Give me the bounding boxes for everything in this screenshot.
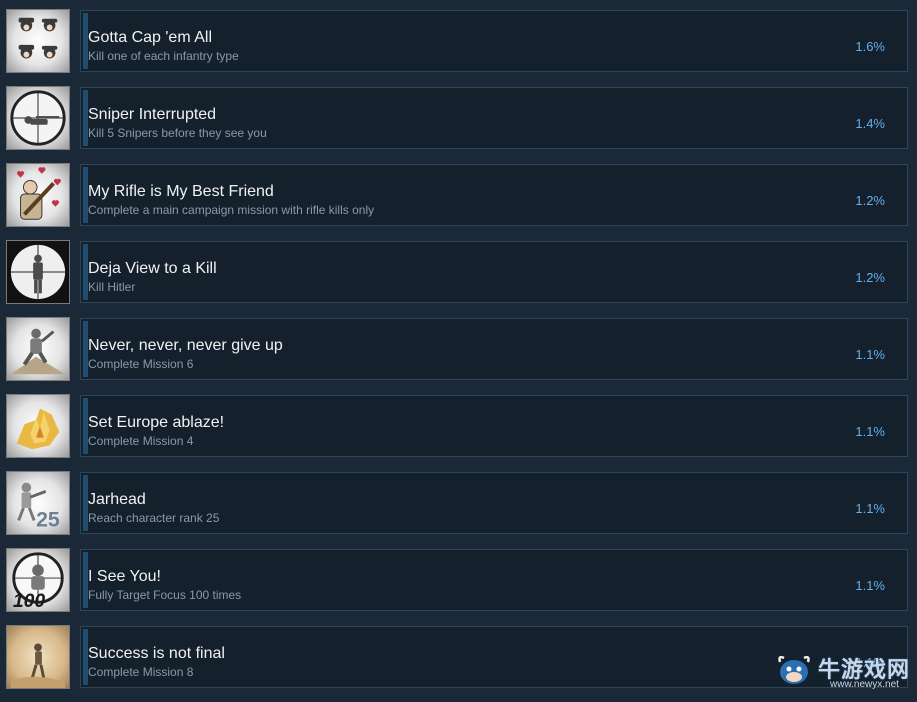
rank-25-soldier-icon: 25: [6, 471, 70, 535]
achievement-row[interactable]: Gotta Cap 'em All Kill one of each infan…: [0, 9, 917, 86]
svg-text:25: 25: [36, 507, 60, 531]
achievement-panel: Jarhead Reach character rank 25 1.1%: [80, 472, 908, 534]
achievement-title: Jarhead: [88, 491, 146, 508]
achievement-title: Deja View to a Kill: [88, 260, 217, 277]
achievement-description: Reach character rank 25: [88, 511, 220, 525]
achievement-panel: Deja View to a Kill Kill Hitler 1.2%: [80, 241, 908, 303]
infantry-faces-icon: [6, 9, 70, 73]
achievement-row[interactable]: Set Europe ablaze! Complete Mission 4 1.…: [0, 394, 917, 471]
scope-officer-icon: [6, 240, 70, 304]
achievement-row[interactable]: Deja View to a Kill Kill Hitler 1.2%: [0, 240, 917, 317]
cow-mascot-icon: [774, 650, 814, 690]
achievement-percent: 1.2%: [855, 193, 885, 208]
watermark: 牛游戏网 www.newyx.net: [770, 646, 917, 696]
achievement-percent: 1.4%: [855, 116, 885, 131]
achievement-panel: Gotta Cap 'em All Kill one of each infan…: [80, 10, 908, 72]
target-focus-100-icon: 100: [6, 548, 70, 612]
achievement-row[interactable]: Sniper Interrupted Kill 5 Snipers before…: [0, 86, 917, 163]
achievement-percent: 1.6%: [855, 39, 885, 54]
achievement-title: My Rifle is My Best Friend: [88, 183, 274, 200]
achievement-percent: 1.2%: [855, 270, 885, 285]
achievement-panel: I See You! Fully Target Focus 100 times …: [80, 549, 908, 611]
achievement-row[interactable]: 100 I See You! Fully Target Focus 100 ti…: [0, 548, 917, 625]
dusty-soldier-icon: [6, 625, 70, 689]
achievement-percent: 1.1%: [855, 424, 885, 439]
achievement-percent: 1.1%: [855, 347, 885, 362]
achievement-description: Complete Mission 8: [88, 665, 194, 679]
achievement-panel: Set Europe ablaze! Complete Mission 4 1.…: [80, 395, 908, 457]
achievement-row[interactable]: 25 Jarhead Reach character rank 25 1.1%: [0, 471, 917, 548]
soldier-hearts-rifle-icon: [6, 163, 70, 227]
burning-map-icon: [6, 394, 70, 458]
achievement-description: Kill Hitler: [88, 280, 136, 294]
achievement-title: I See You!: [88, 568, 161, 585]
achievement-percent: 1.1%: [855, 501, 885, 516]
achievement-title: Never, never, never give up: [88, 337, 283, 354]
achievement-description: Complete Mission 6: [88, 357, 194, 371]
achievement-title: Set Europe ablaze!: [88, 414, 225, 431]
achievement-description: Complete Mission 4: [88, 434, 194, 448]
scoped-sniper-icon: [6, 86, 70, 150]
achievement-description: Fully Target Focus 100 times: [88, 588, 242, 602]
achievement-panel: My Rifle is My Best Friend Complete a ma…: [80, 164, 908, 226]
achievement-percent: 1.1%: [855, 578, 885, 593]
achievement-description: Kill one of each infantry type: [88, 49, 239, 63]
achievement-description: Kill 5 Snipers before they see you: [88, 126, 267, 140]
svg-text:100: 100: [13, 590, 46, 611]
achievement-panel: Sniper Interrupted Kill 5 Snipers before…: [80, 87, 908, 149]
watermark-url: www.newyx.net: [830, 679, 899, 690]
achievement-description: Complete a main campaign mission with ri…: [88, 203, 375, 217]
achievement-row[interactable]: Never, never, never give up Complete Mis…: [0, 317, 917, 394]
achievement-row[interactable]: My Rifle is My Best Friend Complete a ma…: [0, 163, 917, 240]
achievement-title: Sniper Interrupted: [88, 106, 217, 123]
achievement-title: Gotta Cap 'em All: [88, 29, 212, 46]
achievement-panel: Never, never, never give up Complete Mis…: [80, 318, 908, 380]
achievement-title: Success is not final: [88, 645, 225, 662]
soldier-climbing-icon: [6, 317, 70, 381]
